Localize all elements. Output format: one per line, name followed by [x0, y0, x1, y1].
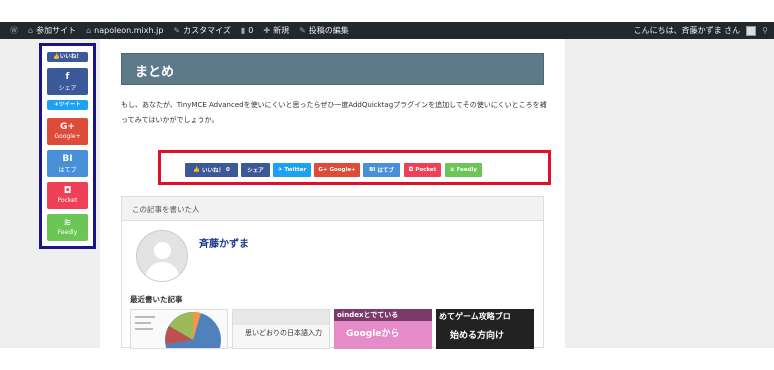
sites-icon: ⌂ [28, 26, 34, 35]
recent-posts-label: 最近書いた記事 [130, 295, 183, 304]
row-feedly-label: Feedly [456, 167, 477, 173]
side-feedly-button[interactable]: ≋ Feedly [47, 214, 88, 241]
side-pocket-label: Pocket [57, 197, 78, 204]
side-tweet-button[interactable]: ✈ツイート [47, 100, 88, 110]
side-tweet-label: ツイート [58, 102, 81, 108]
feedly-icon: ≋ [449, 167, 455, 173]
comment-icon: ▮ [240, 26, 246, 35]
side-feedly-label: Feedly [57, 229, 78, 236]
site-domain-label: napoleon.mixh.jp [94, 26, 164, 35]
thumbnail-4-caption: めてゲーム攻略ブロ [439, 312, 511, 321]
side-google-label: Google+ [54, 133, 81, 140]
search-icon[interactable]: ⚲ [762, 26, 768, 35]
twitter-bird-icon: ✈ [277, 167, 283, 173]
new-content-menu[interactable]: ✚ 新規 [263, 25, 289, 36]
facebook-icon: f [65, 72, 70, 82]
thumbnail-2-title: 思いどおりの日本語入力 [245, 329, 322, 337]
row-share-button[interactable]: シェア [241, 163, 270, 177]
account-avatar[interactable] [746, 25, 757, 36]
edit-post-link[interactable]: ✎ 投稿の編集 [299, 25, 349, 36]
share-button-row: 👍 いいね！ 0 シェア ✈ Twitter G+ Google+ BI はてブ ◘ Poc… [158, 150, 551, 185]
row-google-label: Google+ [329, 167, 356, 173]
recent-post-thumbnail-3[interactable]: oindexとでている Googleから [334, 309, 432, 349]
thumbnail-3-caption: oindexとでている [334, 309, 432, 321]
customize-label: カスタマイズ [183, 26, 231, 35]
pie-chart-thumbnail [135, 311, 221, 348]
author-box-heading: この記事を書いた人 [122, 197, 543, 221]
row-like-label: いいね！ [202, 168, 225, 174]
side-like-button[interactable]: 👍いいね！ [47, 52, 88, 62]
thumbs-up-icon: 👍 [193, 167, 200, 173]
row-pocket-button[interactable]: ◘ Pocket [404, 163, 441, 177]
comments-count: 0 [248, 26, 254, 35]
side-google-plus-button[interactable]: G+ Google+ [47, 118, 88, 145]
edit-post-label: 投稿の編集 [308, 26, 349, 35]
row-google-plus-button[interactable]: G+ Google+ [314, 163, 360, 177]
row-like-button[interactable]: 👍 いいね！ 0 [185, 163, 238, 177]
home-icon: ⌂ [86, 26, 92, 35]
new-label: 新規 [273, 26, 290, 35]
pencil-icon: ✎ [299, 26, 306, 35]
pocket-icon: ◘ [63, 186, 72, 196]
recent-post-thumbnail-2[interactable]: 思いどおりの日本語入力 [232, 309, 330, 349]
side-hatena-button[interactable]: BI はてブ [47, 150, 88, 177]
row-twitter-label: Twitter [284, 167, 307, 173]
site-name-menu[interactable]: ⌂ napoleon.mixh.jp [86, 26, 163, 35]
account-greeting[interactable]: こんにちは、斉藤かずま さん [634, 25, 741, 36]
recent-post-thumbnail-4[interactable]: めてゲーム攻略ブロ 始める方向け [436, 309, 534, 349]
google-plus-icon: G+ [318, 167, 328, 173]
my-sites-label: 参加サイト [36, 26, 77, 35]
avatar-body-shape [146, 262, 179, 281]
google-plus-icon: G+ [60, 122, 75, 132]
brush-icon: ✎ [173, 26, 181, 35]
wp-logo-menu[interactable]: Ⓦ [10, 25, 18, 36]
pocket-icon: ◘ [408, 167, 414, 173]
row-hatena-label: はてブ [377, 168, 394, 174]
hatena-icon: BI [369, 167, 376, 173]
side-like-label: いいね！ [59, 54, 82, 60]
author-name-link[interactable]: 斉藤かずま [199, 235, 249, 250]
author-avatar [136, 230, 188, 282]
my-sites-menu[interactable]: ⌂ 参加サイト [28, 25, 76, 36]
section-heading: まとめ [121, 53, 544, 85]
plus-icon: ✚ [263, 26, 271, 35]
row-pocket-label: Pocket [415, 167, 437, 173]
author-box: この記事を書いた人 斉藤かずま 最近書いた記事 思いどおりの日本語入力 oind… [121, 196, 544, 349]
customize-link[interactable]: ✎ カスタマイズ [173, 25, 230, 36]
thumbs-up-icon: 👍 [53, 54, 60, 60]
side-facebook-share-button[interactable]: f シェア [47, 68, 88, 95]
thumbnail-4-title: 始める方向け [450, 331, 505, 341]
floating-share-bar: 👍いいね！ f シェア ✈ツイート G+ Google+ BI はてブ ◘ Pocket… [39, 43, 96, 249]
thumbnail-3-title: Googleから [346, 329, 400, 339]
row-feedly-button[interactable]: ≋ Feedly [445, 163, 482, 177]
row-share-label: シェア [247, 168, 264, 174]
feedly-icon: ≋ [63, 218, 72, 228]
avatar-head-shape [154, 242, 171, 259]
side-pocket-button[interactable]: ◘ Pocket [47, 182, 88, 209]
row-twitter-button[interactable]: ✈ Twitter [273, 163, 311, 177]
side-hatena-label: はてブ [58, 167, 77, 174]
row-like-count: 0 [226, 167, 230, 173]
comments-link[interactable]: ▮ 0 [241, 26, 254, 35]
article-paragraph: もし、あなたが、TinyMCE Advancedを使いにくいと思ったらぜひ一度A… [121, 101, 547, 124]
admin-bar: Ⓦ ⌂ 参加サイト ⌂ napoleon.mixh.jp ✎ カスタマイズ ▮ 0 ✚ 新… [0, 22, 774, 39]
hatena-icon: BI [62, 154, 73, 164]
wordpress-icon: Ⓦ [10, 26, 18, 35]
recent-post-thumbnail-1[interactable] [130, 309, 228, 349]
side-share-label: シェア [58, 85, 77, 92]
row-hatena-button[interactable]: BI はてブ [363, 163, 400, 177]
